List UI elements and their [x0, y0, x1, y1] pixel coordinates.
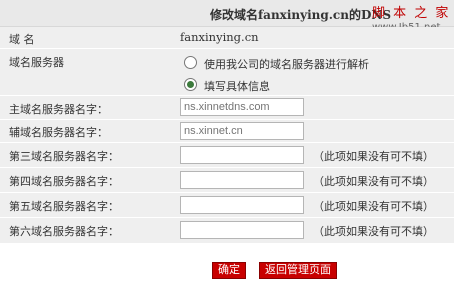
radio-selected-dot — [187, 81, 194, 88]
domain-row: 域 名 fanxinying.cn — [0, 27, 454, 49]
fourth-dns-label: 第四域名服务器名字： — [9, 175, 119, 188]
third-dns-input[interactable] — [180, 146, 304, 164]
panel-header: 修改域名fanxinying.cn的DNS 脚 本 之 家 www.Jb51.n… — [0, 0, 454, 33]
page-title: 修改域名fanxinying.cn的DNS — [210, 8, 391, 22]
sixth-dns-row: 第六域名服务器名字： （此项如果没有可不填） — [0, 218, 454, 244]
sixth-dns-label: 第六域名服务器名字： — [9, 225, 119, 238]
fourth-dns-input[interactable] — [180, 171, 304, 189]
sixth-dns-hint: （此项如果没有可不填） — [313, 225, 434, 238]
fifth-dns-input[interactable] — [180, 196, 304, 214]
site-watermark: 脚 本 之 家 — [372, 6, 451, 21]
fifth-dns-hint: （此项如果没有可不填） — [313, 200, 434, 213]
secondary-dns-label: 辅域名服务器名字： — [9, 126, 108, 139]
confirm-button[interactable]: 确定 — [212, 262, 246, 279]
domain-label: 域 名 — [9, 33, 35, 46]
third-dns-label: 第三域名服务器名字： — [9, 150, 119, 163]
fifth-dns-label: 第五域名服务器名字： — [9, 200, 119, 213]
dns-server-label: 域名服务器 — [9, 56, 64, 69]
fourth-dns-row: 第四域名服务器名字： （此项如果没有可不填） — [0, 168, 454, 193]
domain-value: fanxinying.cn — [180, 30, 259, 44]
third-dns-hint: （此项如果没有可不填） — [313, 150, 434, 163]
dns-edit-panel: 修改域名fanxinying.cn的DNS 脚 本 之 家 www.Jb51.n… — [0, 0, 454, 245]
third-dns-row: 第三域名服务器名字： （此项如果没有可不填） — [0, 143, 454, 168]
primary-dns-label: 主域名服务器名字： — [9, 103, 108, 116]
radio-button-unchecked[interactable] — [184, 56, 197, 69]
radio-company-dns-label: 使用我公司的域名服务器进行解析 — [204, 58, 369, 71]
radio-custom-dns-label: 填写具体信息 — [204, 80, 270, 93]
sixth-dns-input[interactable] — [180, 221, 304, 239]
secondary-dns-input[interactable] — [180, 122, 304, 140]
dns-server-row: 域名服务器 使用我公司的域名服务器进行解析 填写具体信息 — [0, 49, 454, 96]
radio-button-checked[interactable] — [184, 78, 197, 91]
secondary-dns-row: 辅域名服务器名字： — [0, 120, 454, 143]
fifth-dns-row: 第五域名服务器名字： （此项如果没有可不填） — [0, 193, 454, 218]
primary-dns-input[interactable] — [180, 98, 304, 116]
back-to-management-button[interactable]: 返回管理页面 — [259, 262, 337, 279]
fourth-dns-hint: （此项如果没有可不填） — [313, 175, 434, 188]
primary-dns-row: 主域名服务器名字： — [0, 96, 454, 120]
